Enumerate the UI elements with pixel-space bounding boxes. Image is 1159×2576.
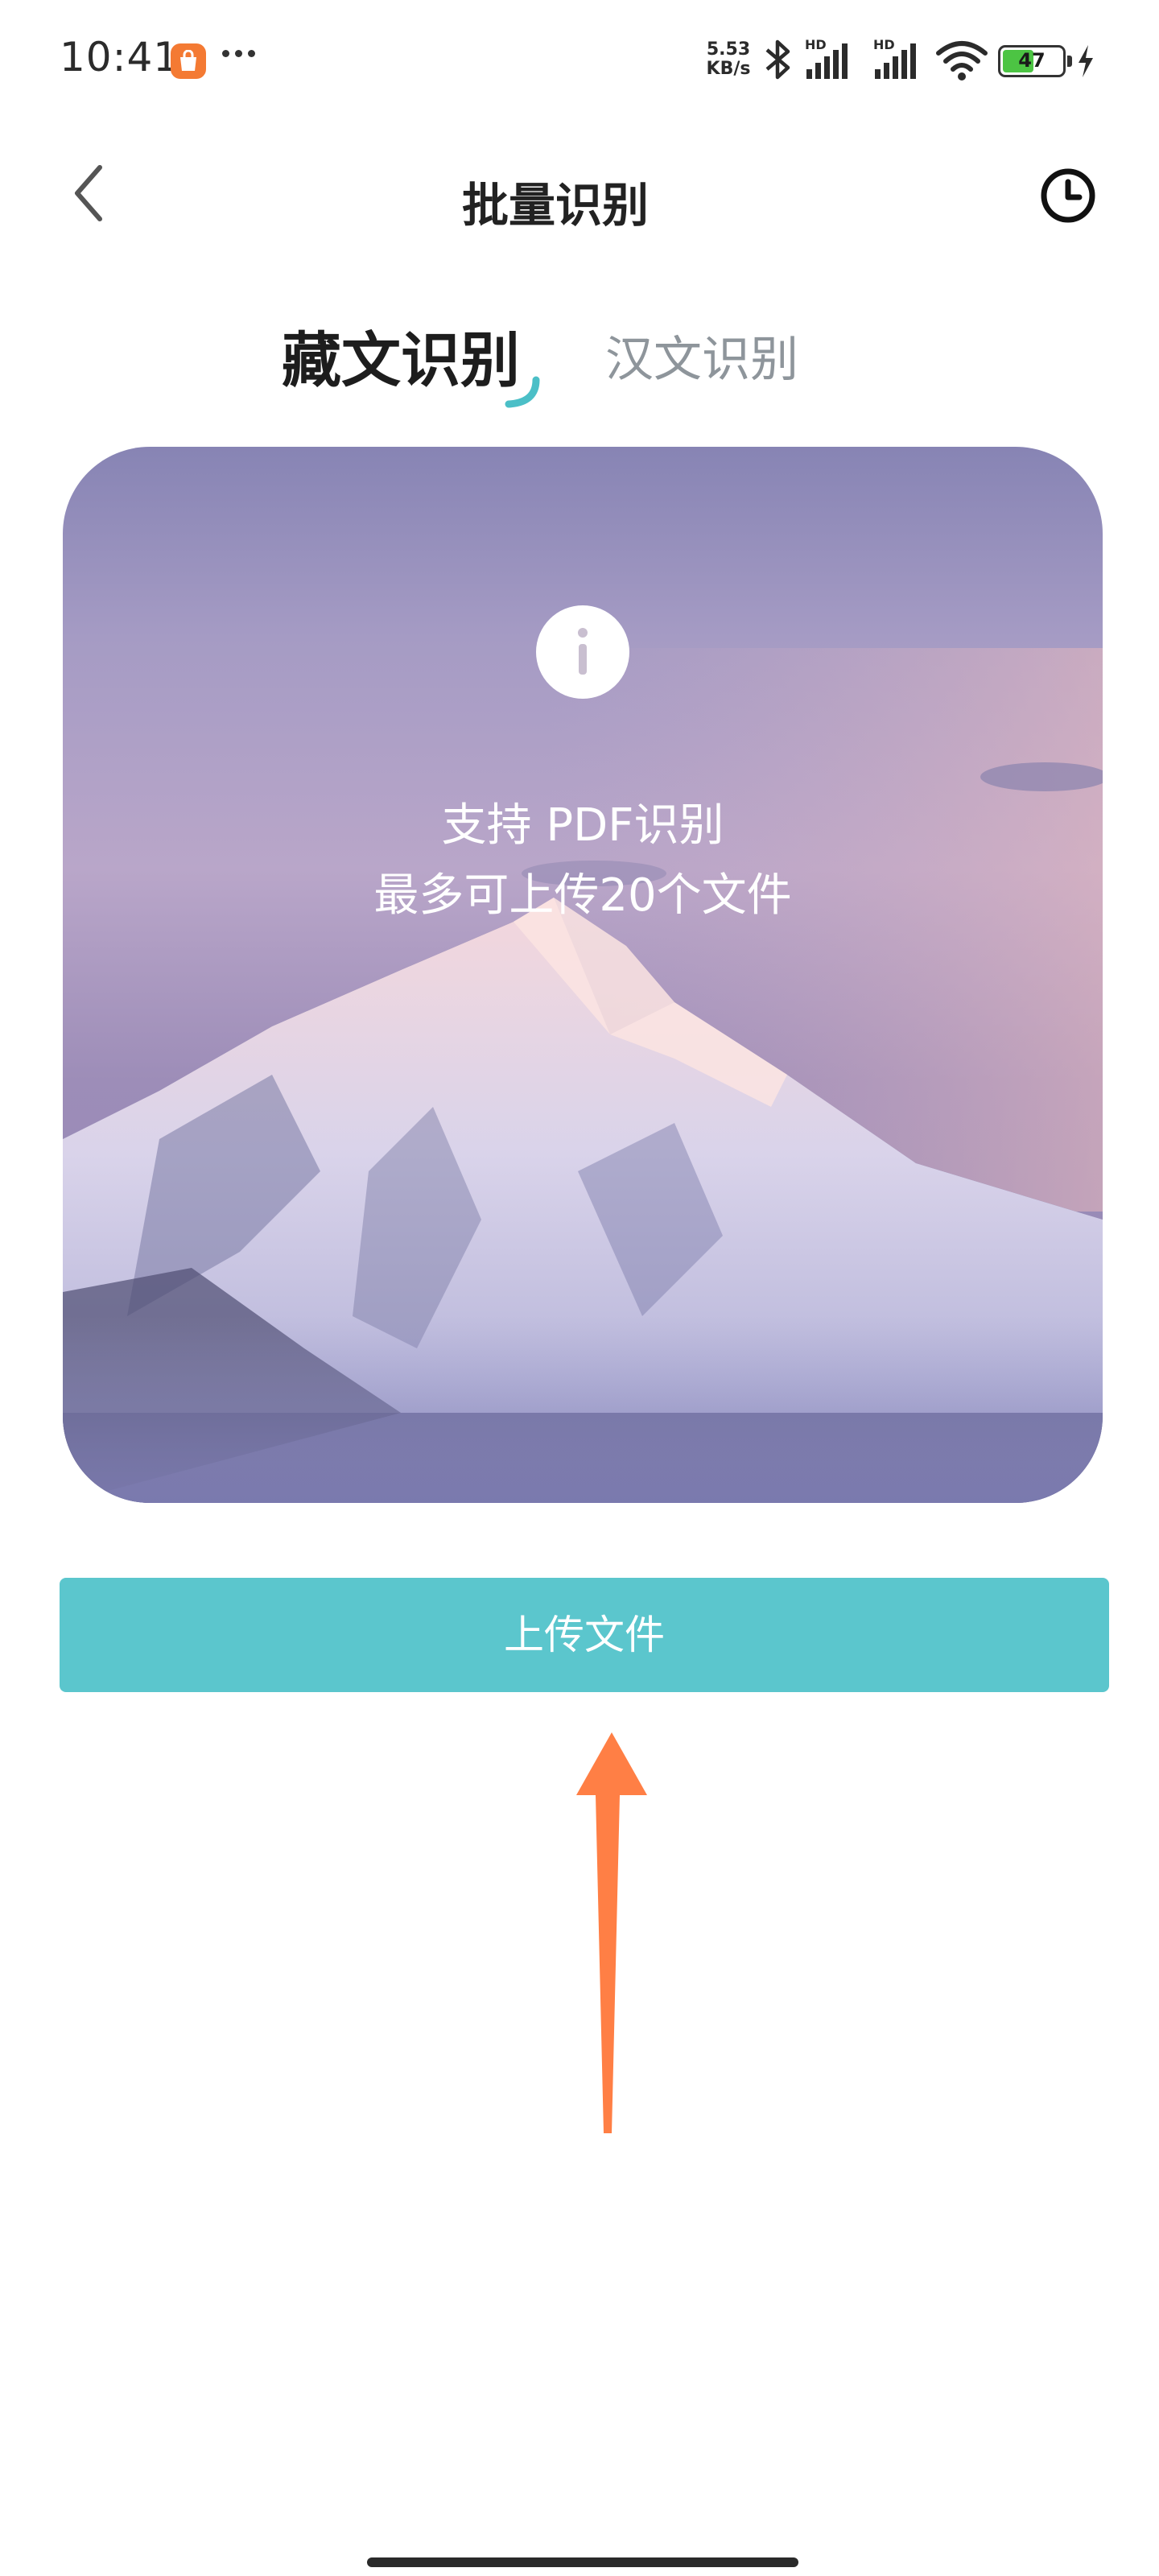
app-screen: 10:41 5.53 KB/s HD HD 47 批量识别 藏文识别 汉文识别 … [0,0,1159,2576]
status-bar: 10:41 5.53 KB/s HD HD 47 [0,0,1159,121]
recognition-tabs: 藏文识别 汉文识别 [0,298,1159,419]
battery-icon: 47 [998,45,1072,77]
signal-icon [875,43,916,79]
header: 批量识别 [0,137,1159,250]
tab-chinese-recognition[interactable]: 汉文识别 [605,320,798,390]
status-time: 10:41 [60,34,180,80]
hero-text-pdf-support: 支持 PDF识别 [441,799,724,852]
charging-icon [1079,45,1093,77]
hero-text-upload-limit: 最多可上传20个文件 [373,869,792,922]
arrow-up-icon [576,1732,647,2133]
bluetooth-icon [765,39,790,80]
more-dots-icon [222,45,261,61]
clock-icon [1041,168,1095,223]
battery-level: 47 [1018,49,1046,72]
network-speed: 5.53 KB/s [700,40,757,79]
active-tab-indicator [505,376,540,408]
wifi-icon [936,41,988,80]
info-icon [536,605,629,699]
history-button[interactable] [1038,166,1098,225]
hero-card: 支持 PDF识别 最多可上传20个文件 [63,447,1103,1503]
upload-file-button[interactable]: 上传文件 [60,1578,1109,1692]
shopping-bag-icon [171,43,206,79]
network-speed-unit: KB/s [706,59,751,79]
tab-tibetan-recognition[interactable]: 藏文识别 [282,312,520,398]
signal-icon [806,43,848,79]
page-title: 批量识别 [461,178,649,233]
network-speed-value: 5.53 [706,39,751,60]
home-indicator[interactable] [367,2557,798,2567]
